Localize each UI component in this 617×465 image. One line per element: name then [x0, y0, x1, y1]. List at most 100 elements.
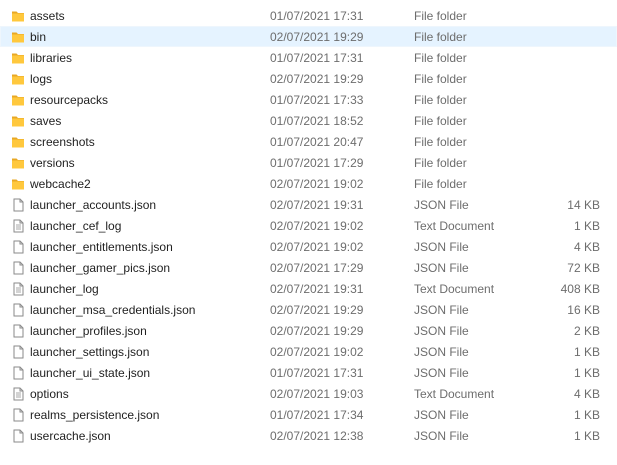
- file-name: usercache.json: [30, 429, 111, 443]
- file-name: launcher_settings.json: [30, 345, 150, 359]
- file-row[interactable]: launcher_log 02/07/2021 19:31 Text Documen…: [0, 278, 617, 299]
- file-name: options: [30, 387, 69, 401]
- folder-icon: [11, 30, 25, 44]
- date-modified: 01/07/2021 17:29: [270, 156, 364, 170]
- file-size: 4 KB: [573, 387, 600, 401]
- file-type: File folder: [414, 177, 467, 191]
- text-file-icon: [11, 219, 25, 233]
- file-row[interactable]: logs 02/07/2021 19:29 File folder: [0, 68, 617, 89]
- file-icon: [11, 366, 25, 380]
- date-modified: 02/07/2021 19:31: [270, 282, 364, 296]
- date-modified: 02/07/2021 19:02: [270, 240, 364, 254]
- file-size: 1 KB: [573, 429, 600, 443]
- date-modified: 02/07/2021 19:03: [270, 387, 364, 401]
- file-icon: [11, 303, 25, 317]
- file-row[interactable]: resourcepacks 01/07/2021 17:33 File folder: [0, 89, 617, 110]
- file-name: libraries: [30, 51, 73, 65]
- file-name: screenshots: [30, 135, 95, 149]
- file-name: versions: [30, 156, 75, 170]
- file-row[interactable]: usercache.json 02/07/2021 12:38 JSON File 1…: [0, 425, 617, 446]
- date-modified: 01/07/2021 17:34: [270, 408, 364, 422]
- file-icon: [11, 240, 25, 254]
- file-name: launcher_entitlements.json: [30, 240, 173, 254]
- file-list: assets 01/07/2021 17:31 File folder bin 02/…: [0, 0, 617, 446]
- file-row[interactable]: launcher_gamer_pics.json 02/07/2021 17:29…: [0, 257, 617, 278]
- file-icon: [11, 345, 25, 359]
- file-row[interactable]: saves 01/07/2021 18:52 File folder: [0, 110, 617, 131]
- folder-icon: [11, 156, 25, 170]
- date-modified: 02/07/2021 19:02: [270, 345, 364, 359]
- date-modified: 02/07/2021 19:31: [270, 198, 364, 212]
- file-type: File folder: [414, 114, 467, 128]
- date-modified: 02/07/2021 19:29: [270, 72, 364, 86]
- date-modified: 01/07/2021 17:31: [270, 51, 364, 65]
- folder-icon: [11, 114, 25, 128]
- date-modified: 01/07/2021 20:47: [270, 135, 364, 149]
- file-name: launcher_accounts.json: [30, 198, 157, 212]
- file-name: launcher_profiles.json: [30, 324, 147, 338]
- text-file-icon: [11, 282, 25, 296]
- date-modified: 01/07/2021 18:52: [270, 114, 364, 128]
- file-type: File folder: [414, 9, 467, 23]
- file-size: 1 KB: [573, 366, 600, 380]
- date-modified: 02/07/2021 19:29: [270, 324, 364, 338]
- file-name: launcher_log: [30, 282, 99, 296]
- file-row[interactable]: webcache2 02/07/2021 19:02 File folder: [0, 173, 617, 194]
- date-modified: 01/07/2021 17:31: [270, 366, 364, 380]
- file-type: File folder: [414, 51, 467, 65]
- file-name: logs: [30, 72, 53, 86]
- date-modified: 01/07/2021 17:31: [270, 9, 364, 23]
- file-row[interactable]: launcher_profiles.json 02/07/2021 19:29 JS…: [0, 320, 617, 341]
- file-size: 14 KB: [567, 198, 600, 212]
- file-icon: [11, 324, 25, 338]
- file-row[interactable]: launcher_entitlements.json 02/07/2021 19:…: [0, 236, 617, 257]
- file-row[interactable]: screenshots 01/07/2021 20:47 File folder: [0, 131, 617, 152]
- file-row[interactable]: launcher_cef_log 02/07/2021 19:02 Text Doc…: [0, 215, 617, 236]
- file-row[interactable]: launcher_msa_credentials.json 02/07/2021 …: [0, 299, 617, 320]
- date-modified: 02/07/2021 17:29: [270, 261, 364, 275]
- file-icon: [11, 408, 25, 422]
- folder-icon: [11, 177, 25, 191]
- file-size: 1 KB: [573, 408, 600, 422]
- file-icon: [11, 429, 25, 443]
- file-name: saves: [30, 114, 62, 128]
- file-type: File folder: [414, 135, 467, 149]
- file-row[interactable]: launcher_settings.json 02/07/2021 19:02 JS…: [0, 341, 617, 362]
- file-size: 2 KB: [573, 324, 600, 338]
- file-size: 72 KB: [567, 261, 600, 275]
- folder-icon: [11, 9, 25, 23]
- text-file-icon: [11, 387, 25, 401]
- date-modified: 01/07/2021 17:33: [270, 93, 364, 107]
- date-modified: 02/07/2021 19:02: [270, 177, 364, 191]
- date-modified: 02/07/2021 12:38: [270, 429, 364, 443]
- file-type: File folder: [414, 156, 467, 170]
- file-type: File folder: [414, 30, 467, 44]
- file-size: 4 KB: [573, 240, 600, 254]
- file-row[interactable]: versions 01/07/2021 17:29 File folder: [0, 152, 617, 173]
- file-name: launcher_gamer_pics.json: [30, 261, 171, 275]
- file-name: launcher_cef_log: [30, 219, 122, 233]
- file-name: bin: [30, 30, 47, 44]
- date-modified: 02/07/2021 19:29: [270, 30, 364, 44]
- file-size: 1 KB: [573, 219, 600, 233]
- file-row[interactable]: libraries 01/07/2021 17:31 File folder: [0, 47, 617, 68]
- file-row[interactable]: launcher_ui_state.json 01/07/2021 17:31 JS…: [0, 362, 617, 383]
- file-row[interactable]: launcher_accounts.json 02/07/2021 19:31 JS…: [0, 194, 617, 215]
- date-modified: 02/07/2021 19:29: [270, 303, 364, 317]
- file-name: realms_persistence.json: [30, 408, 160, 422]
- file-row[interactable]: assets 01/07/2021 17:31 File folder: [0, 5, 617, 26]
- file-size: 408 KB: [560, 282, 600, 296]
- file-name: webcache2: [30, 177, 91, 191]
- file-name: assets: [30, 9, 65, 23]
- file-icon: [11, 198, 25, 212]
- file-name: launcher_ui_state.json: [30, 366, 151, 380]
- folder-icon: [11, 72, 25, 86]
- folder-icon: [11, 93, 25, 107]
- file-size: 1 KB: [573, 345, 600, 359]
- file-type: File folder: [414, 93, 467, 107]
- file-row[interactable]: realms_persistence.json 01/07/2021 17:34 J…: [0, 404, 617, 425]
- file-row[interactable]: options 02/07/2021 19:03 Text Document 4 KB: [0, 383, 617, 404]
- file-row[interactable]: bin 02/07/2021 19:29 File folder: [0, 26, 617, 47]
- file-size: 16 KB: [567, 303, 600, 317]
- file-icon: [11, 261, 25, 275]
